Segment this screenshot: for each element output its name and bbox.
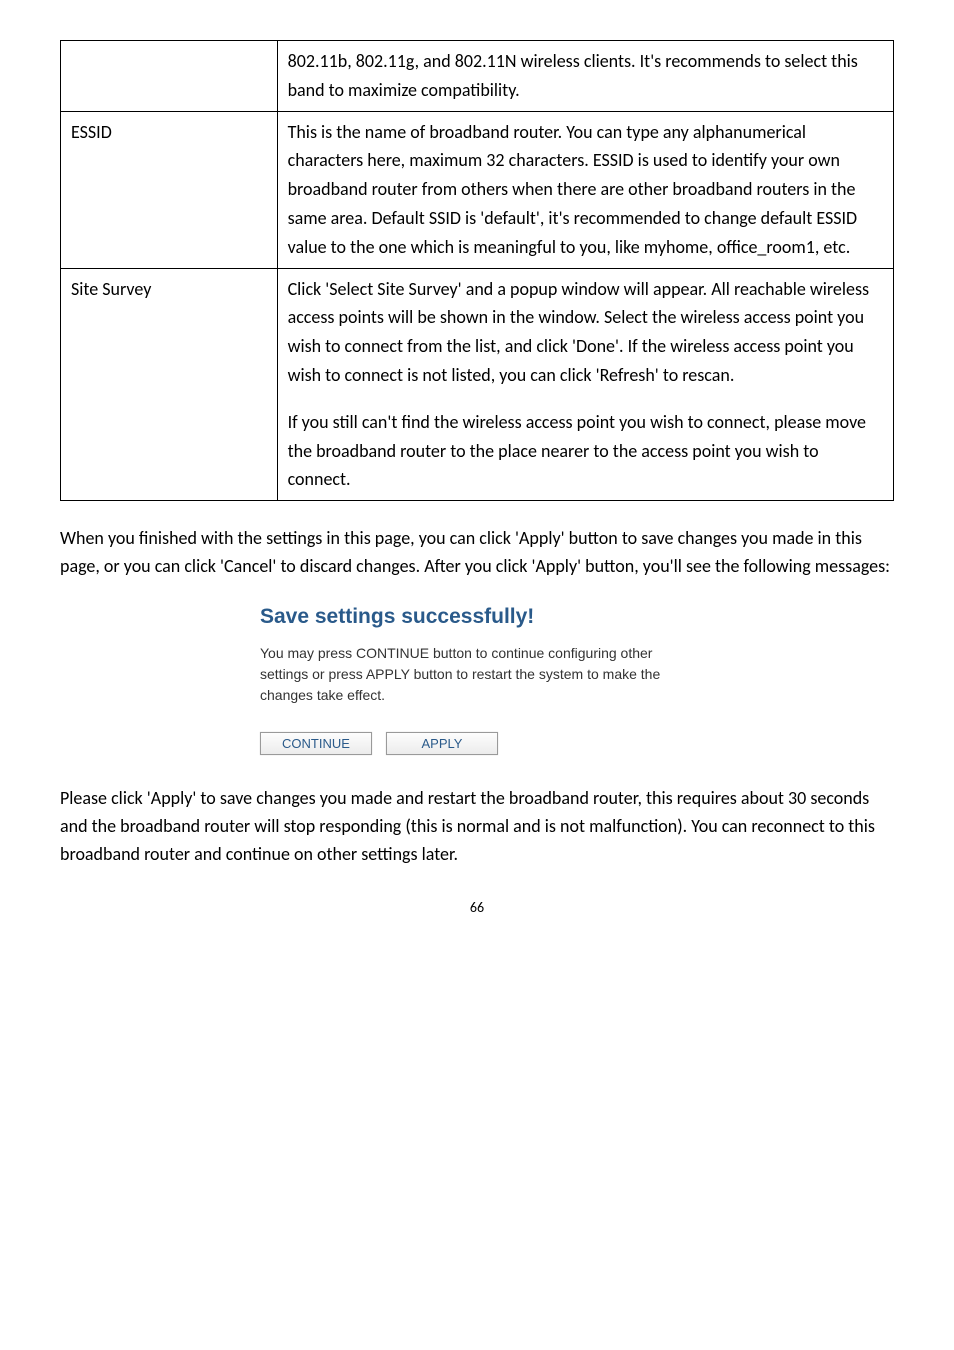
cell-left: ESSID [61,111,278,268]
cell-paragraph: Click 'Select Site Survey' and a popup w… [288,275,883,390]
continue-button[interactable]: CONTINUE [260,732,372,755]
table-row: 802.11b, 802.11g, and 802.11N wireless c… [61,41,894,112]
cell-left [61,41,278,112]
save-description: You may press CONTINUE button to continu… [260,643,680,706]
table-row: ESSID This is the name of broadband rout… [61,111,894,268]
table-row: Site Survey Click 'Select Site Survey' a… [61,268,894,501]
cell-right: Click 'Select Site Survey' and a popup w… [277,268,893,501]
cell-right: This is the name of broadband router. Yo… [277,111,893,268]
save-heading: Save settings successfully! [260,605,680,629]
save-settings-block: Save settings successfully! You may pres… [260,605,680,755]
cell-right: 802.11b, 802.11g, and 802.11N wireless c… [277,41,893,112]
settings-table: 802.11b, 802.11g, and 802.11N wireless c… [60,40,894,501]
page-number: 66 [60,899,894,916]
body-paragraph: When you finished with the settings in t… [60,525,894,581]
body-paragraph: Please click 'Apply' to save changes you… [60,785,894,869]
cell-paragraph: If you still can't find the wireless acc… [288,408,883,494]
cell-left: Site Survey [61,268,278,501]
apply-button[interactable]: APPLY [386,732,498,755]
button-row: CONTINUE APPLY [260,732,680,755]
